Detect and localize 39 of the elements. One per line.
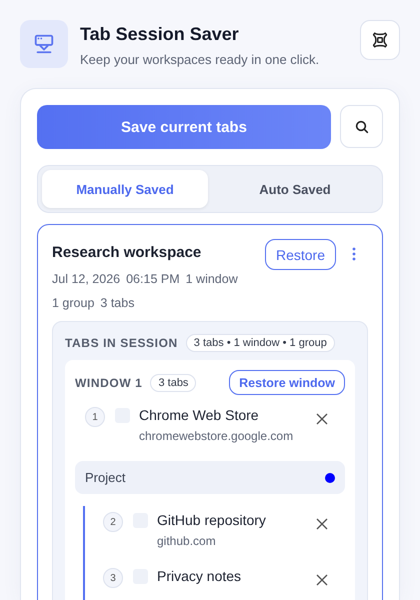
section-heading: TABS IN SESSION — [65, 336, 178, 350]
window-label: WINDOW 1 — [75, 376, 142, 390]
tab-count: 3 tabs — [100, 296, 134, 310]
tab-url: chromewebstore.google.com — [139, 429, 294, 443]
tab-count-chip: 3 tabs — [150, 374, 196, 392]
search-button[interactable] — [340, 105, 383, 148]
tab-title: Privacy notes — [157, 568, 242, 584]
tab[interactable]: Auto Saved — [212, 170, 378, 208]
session-name: Research workspace — [52, 243, 202, 261]
session-time: 06:15 PM — [126, 272, 180, 286]
restore-button[interactable]: Restore — [264, 239, 336, 270]
close-icon — [316, 413, 328, 425]
tab-number: 1 — [85, 407, 105, 427]
group-header[interactable]: Project — [75, 461, 345, 494]
session-date: Jul 12, 2026 — [52, 272, 120, 286]
remove-tab-button[interactable] — [315, 412, 329, 426]
tab-title: Chrome Web Store — [139, 407, 260, 423]
save-tabs-button[interactable]: Save current tabs — [37, 105, 331, 149]
group-name: Project — [85, 470, 126, 485]
window-count: 1 window — [186, 272, 238, 286]
search-icon — [354, 118, 370, 134]
tab-url: github.com — [157, 534, 217, 548]
settings-button[interactable] — [360, 20, 400, 60]
app-subtitle: Keep your workspaces ready in one click. — [80, 52, 320, 67]
group-count: 1 group — [52, 296, 94, 310]
tab-number: 2 — [103, 512, 123, 532]
remove-tab-button[interactable] — [315, 573, 329, 587]
summary-chip: 3 tabs • 1 window • 1 group — [186, 334, 335, 352]
app-logo-icon — [20, 20, 68, 68]
restore-window-button[interactable]: Restore window — [229, 370, 345, 395]
settings-icon — [371, 31, 389, 49]
app-title: Tab Session Saver — [80, 24, 240, 45]
close-icon — [316, 574, 328, 586]
more-icon — [352, 247, 356, 261]
close-icon — [316, 518, 328, 530]
tab-title: GitHub repository — [157, 512, 267, 528]
tab-number: 3 — [103, 568, 123, 588]
tab[interactable]: Manually Saved — [42, 170, 208, 208]
remove-tab-button[interactable] — [315, 517, 329, 531]
